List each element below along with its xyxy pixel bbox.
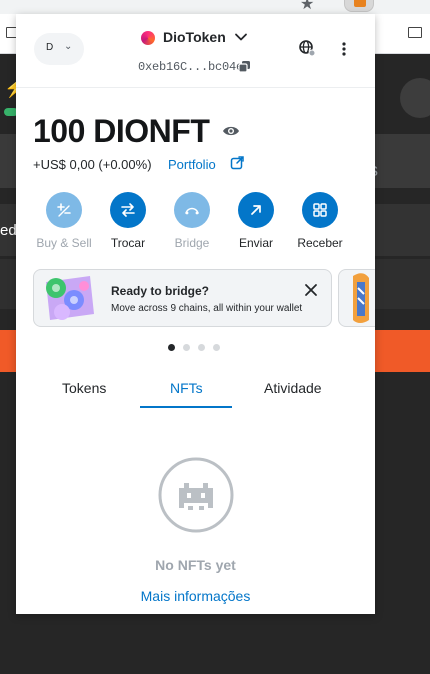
qr-code-icon [313,203,327,217]
swap-button[interactable]: Trocar [96,192,160,250]
wallet-popup: D ⌄ DioToken 0xeb16C...bc04e 100 DIONFT … [16,14,375,614]
copy-icon[interactable] [238,60,251,78]
tab-tokens[interactable]: Tokens [62,380,106,396]
portfolio-link[interactable]: Portfolio [168,157,216,172]
more-options-icon[interactable] [341,41,347,62]
bridge-icon [185,207,199,215]
account-address[interactable]: 0xeb16C...bc04e [138,60,243,74]
swap-label: Trocar [110,236,146,250]
external-link-icon[interactable] [230,156,244,175]
bridge-illustration [40,274,102,329]
tab-nfts[interactable]: NFTs [170,380,203,396]
close-icon[interactable] [304,283,318,302]
account-avatar-icon [141,31,155,45]
next-promo-card[interactable] [338,269,375,327]
carousel-dot[interactable] [198,344,205,351]
send-label: Enviar [238,236,273,250]
chevron-down-icon: ⌄ [64,41,73,52]
receive-label: Receber [297,236,343,250]
bridge-promo-banner[interactable]: Ready to bridge? Move across 9 chains, a… [33,269,332,327]
network-picker-button[interactable]: D ⌄ [34,33,84,65]
metamask-extension-icon[interactable] [344,0,374,12]
tab-activity[interactable]: Atividade [264,380,322,396]
send-button[interactable]: Enviar [224,192,288,250]
bridge-button[interactable]: Bridge [160,192,224,250]
chevron-down-icon[interactable] [234,30,248,49]
swap-arrows-icon [121,203,135,217]
connected-sites-globe-icon[interactable] [298,39,316,62]
bookmark-star-icon[interactable]: ★ [300,0,314,14]
pixel-alien-icon [157,456,235,539]
carousel-dot[interactable] [168,344,175,351]
active-tab-indicator [140,406,232,408]
account-name[interactable]: DioToken [163,29,226,45]
bookmark-folder-icon[interactable] [408,27,422,38]
fiat-change: +US$ 0,00 (+0.00%) [33,157,152,172]
background-text: ed [0,222,17,239]
receive-button[interactable]: Receber [288,192,352,250]
token-balance: 100 DIONFT [33,113,210,149]
banner-title: Ready to bridge? [111,284,210,298]
promo-illustration [353,273,369,323]
plus-minus-icon [57,203,71,217]
buy-sell-label: Buy & Sell [36,236,92,250]
network-initial: D [46,42,54,53]
carousel-dots [168,344,220,351]
eye-icon[interactable] [222,124,240,143]
carousel-dot[interactable] [183,344,190,351]
learn-more-link[interactable]: Mais informações [16,588,375,604]
bridge-label: Bridge [174,236,210,250]
arrow-up-right-icon [251,205,261,215]
empty-state-title: No NFTs yet [155,557,236,573]
wallet-header: D ⌄ DioToken 0xeb16C...bc04e [16,14,375,88]
buy-sell-button[interactable]: Buy & Sell [32,192,96,250]
banner-subtitle: Move across 9 chains, all within your wa… [111,303,303,314]
carousel-dot[interactable] [213,344,220,351]
